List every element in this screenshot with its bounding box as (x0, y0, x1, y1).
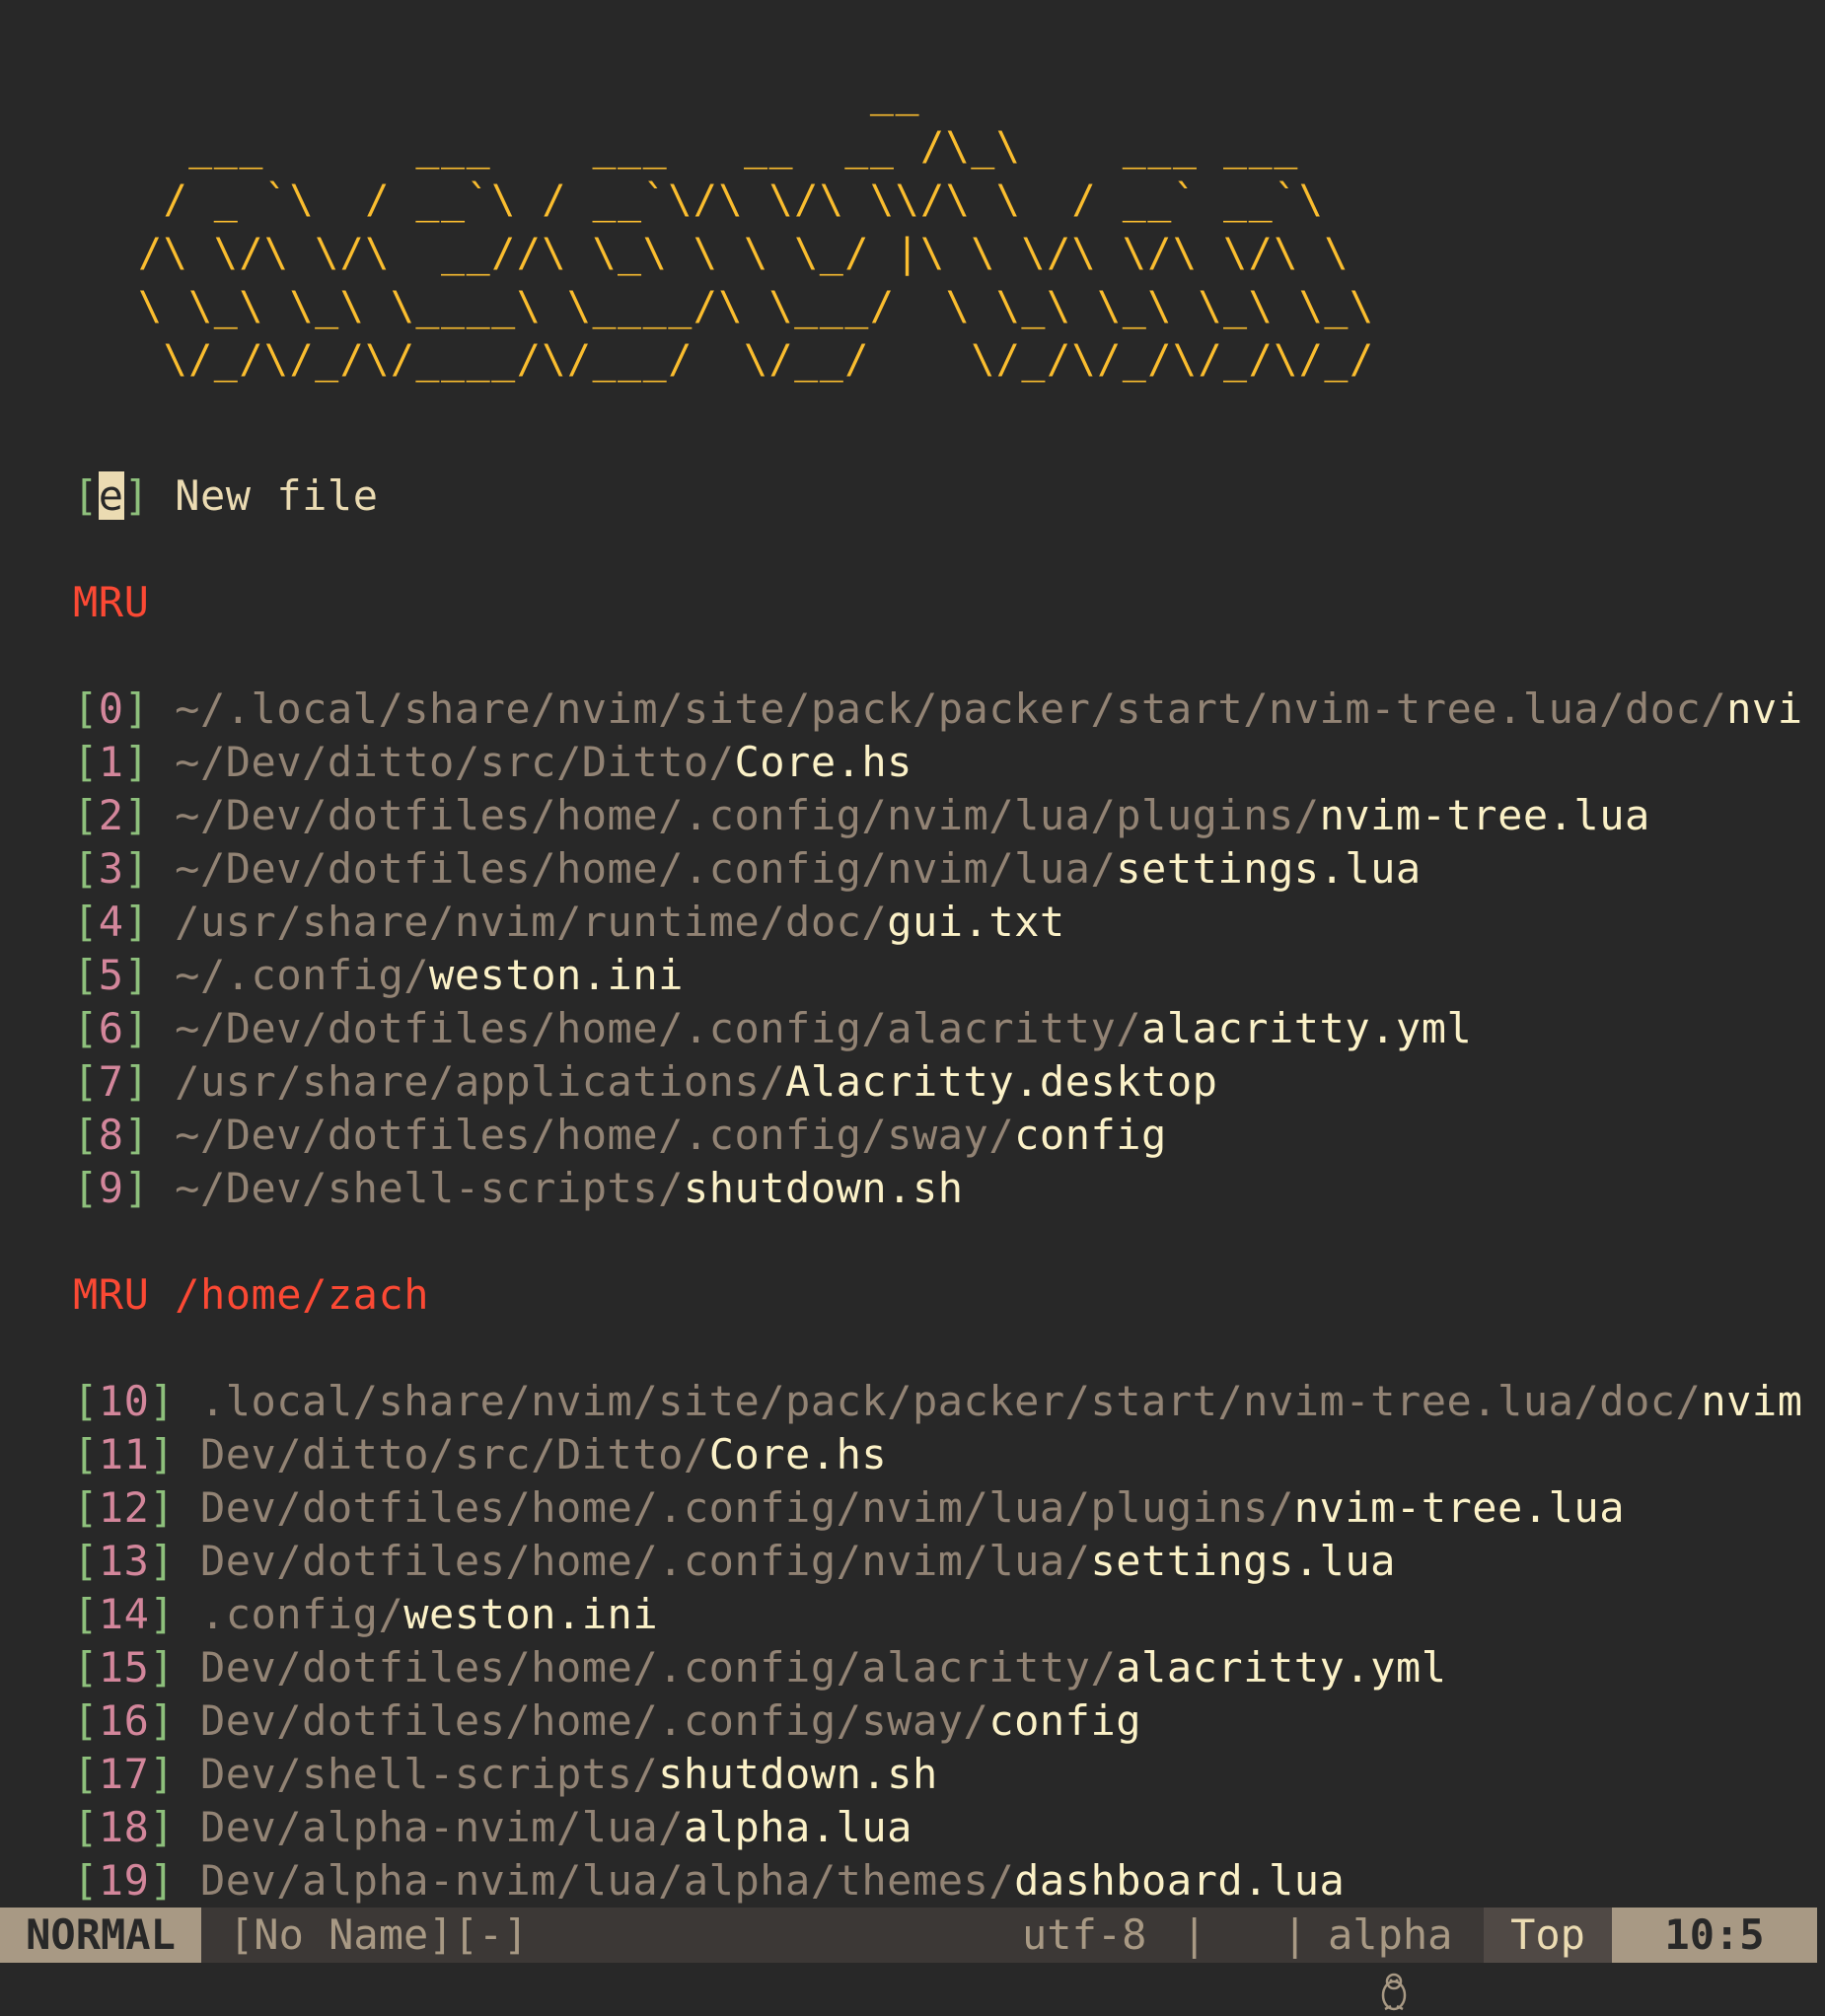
new-file-button[interactable]: [e] New file (73, 469, 378, 523)
file-name: config (988, 1696, 1142, 1745)
shortcut-key: 16 (98, 1696, 150, 1745)
file-name: gui.txt (887, 898, 1065, 946)
shortcut-key: 14 (98, 1590, 150, 1638)
file-name: config (1014, 1111, 1167, 1159)
shortcut-key: 8 (98, 1111, 124, 1159)
mru-cwd-item[interactable]: [10] .local/share/nvim/site/pack/packer/… (73, 1375, 1803, 1428)
file-directory: ~/Dev/dotfiles/home/.config/sway/ (175, 1111, 1015, 1159)
mru-item[interactable]: [1] ~/Dev/ditto/src/Ditto/Core.hs (73, 736, 912, 789)
file-directory: Dev/dotfiles/home/.config/nvim/lua/plugi… (199, 1483, 1294, 1532)
shortcut-key: 6 (98, 1004, 124, 1052)
neovim-ascii-logo: __ ___ ___ ___ __ __ /\_\ ___ ___ / _ `\… (138, 71, 1375, 383)
file-directory: Dev/ditto/src/Ditto/ (199, 1430, 709, 1478)
mru-cwd-item[interactable]: [11] Dev/ditto/src/Ditto/Core.hs (73, 1428, 887, 1481)
file-name: nvim-tree.lua (1293, 1483, 1625, 1532)
file-directory: .config/ (199, 1590, 404, 1638)
file-name: alpha.lua (683, 1803, 912, 1851)
mode-indicator: NORMAL (0, 1908, 201, 1963)
file-directory: Dev/shell-scripts/ (199, 1750, 659, 1798)
mru-cwd-path: /home/zach (175, 1270, 430, 1319)
shortcut-key: 0 (98, 684, 124, 733)
shortcut-key: 5 (98, 951, 124, 999)
mru-item[interactable]: [0] ~/.local/share/nvim/site/pack/packer… (73, 683, 1803, 736)
file-directory: ~/Dev/dotfiles/home/.config/nvim/lua/ (175, 844, 1117, 893)
file-name: Core.hs (734, 738, 912, 786)
mru-item[interactable]: [8] ~/Dev/dotfiles/home/.config/sway/con… (73, 1109, 1167, 1162)
mru-item[interactable]: [9] ~/Dev/shell-scripts/shutdown.sh (73, 1162, 964, 1215)
shortcut-key: 18 (98, 1803, 150, 1851)
file-directory: ~/Dev/dotfiles/home/.config/alacritty/ (175, 1004, 1142, 1052)
file-directory: Dev/alpha-nvim/lua/ (199, 1803, 684, 1851)
file-directory: .local/share/nvim/site/pack/packer/start… (199, 1377, 1702, 1425)
file-directory: /usr/share/nvim/runtime/doc/ (175, 898, 888, 946)
file-directory: ~/Dev/ditto/src/Ditto/ (175, 738, 735, 786)
mru-cwd-item[interactable]: [13] Dev/dotfiles/home/.config/nvim/lua/… (73, 1535, 1396, 1588)
file-directory: ~/Dev/dotfiles/home/.config/nvim/lua/plu… (175, 791, 1320, 839)
mru-cwd-item[interactable]: [17] Dev/shell-scripts/shutdown.sh (73, 1748, 938, 1801)
file-name: nvim-tree.lua (1319, 791, 1650, 839)
file-name: nvi (1726, 684, 1803, 733)
shortcut-key: 11 (98, 1430, 150, 1478)
mru-cwd-item[interactable]: [15] Dev/dotfiles/home/.config/alacritty… (73, 1641, 1447, 1694)
mru-header: MRU (73, 578, 150, 626)
mru-cwd-item[interactable]: [18] Dev/alpha-nvim/lua/alpha.lua (73, 1801, 912, 1854)
cursor-line-col: 10:5 (1612, 1908, 1817, 1963)
buffer-name: [No Name][-] (229, 1910, 529, 1959)
mru-item[interactable]: [6] ~/Dev/dotfiles/home/.config/alacritt… (73, 1002, 1472, 1055)
file-name: Alacritty.desktop (785, 1057, 1218, 1106)
mru-cwd-item[interactable]: [19] Dev/alpha-nvim/lua/alpha/themes/das… (73, 1854, 1345, 1908)
file-directory: Dev/dotfiles/home/.config/alacritty/ (199, 1643, 1117, 1692)
file-name: dashboard.lua (1014, 1856, 1346, 1905)
shortcut-key: 1 (98, 738, 124, 786)
statusline-separator: | (1182, 1910, 1207, 1959)
file-name: alacritty.yml (1141, 1004, 1473, 1052)
statusline: NORMAL [No Name][-] utf-8 | | alpha Top … (0, 1908, 1817, 2011)
new-file-label: New file (175, 471, 379, 520)
mru-item[interactable]: [7] /usr/share/applications/Alacritty.de… (73, 1055, 1217, 1109)
filetype: alpha (1328, 1910, 1453, 1959)
file-directory: Dev/alpha-nvim/lua/alpha/themes/ (199, 1856, 1015, 1905)
shortcut-key: 7 (98, 1057, 124, 1106)
file-name: settings.lua (1116, 844, 1422, 893)
mru-item[interactable]: [3] ~/Dev/dotfiles/home/.config/nvim/lua… (73, 842, 1422, 896)
file-name: settings.lua (1090, 1537, 1396, 1585)
mru-item[interactable]: [2] ~/Dev/dotfiles/home/.config/nvim/lua… (73, 789, 1650, 842)
file-name: Core.hs (708, 1430, 888, 1478)
shortcut-key: 3 (98, 844, 124, 893)
file-name: shutdown.sh (658, 1750, 938, 1798)
statusline-separator: | (1282, 1910, 1308, 1959)
neovim-dashboard: __ ___ ___ ___ __ __ /\_\ ___ ___ / _ `\… (0, 0, 1825, 2016)
mru-cwd-item[interactable]: [14] .config/weston.ini (73, 1588, 658, 1641)
shortcut-key: 10 (98, 1377, 150, 1425)
file-name: alacritty.yml (1116, 1643, 1447, 1692)
shortcut-key: 9 (98, 1164, 124, 1212)
file-name: weston.ini (429, 951, 684, 999)
new-file-key: e (98, 471, 124, 520)
linux-penguin-icon (1225, 1915, 1406, 2011)
shortcut-key: 12 (98, 1483, 150, 1532)
mru-item[interactable]: [5] ~/.config/weston.ini (73, 949, 684, 1002)
mru-cwd-item[interactable]: [16] Dev/dotfiles/home/.config/sway/conf… (73, 1694, 1141, 1748)
file-name: weston.ini (403, 1590, 659, 1638)
file-directory: Dev/dotfiles/home/.config/nvim/lua/ (199, 1537, 1091, 1585)
file-directory: /usr/share/applications/ (175, 1057, 786, 1106)
file-directory: ~/.local/share/nvim/site/pack/packer/sta… (175, 684, 1727, 733)
shortcut-key: 17 (98, 1750, 150, 1798)
shortcut-key: 4 (98, 898, 124, 946)
mru-item[interactable]: [4] /usr/share/nvim/runtime/doc/gui.txt (73, 896, 1065, 949)
scroll-position: Top (1484, 1908, 1612, 1963)
shortcut-key: 13 (98, 1537, 150, 1585)
file-name: nvim (1701, 1377, 1803, 1425)
mru-cwd-item[interactable]: [12] Dev/dotfiles/home/.config/nvim/lua/… (73, 1481, 1625, 1535)
file-directory: Dev/dotfiles/home/.config/sway/ (199, 1696, 989, 1745)
file-directory: ~/.config/ (175, 951, 430, 999)
mru-cwd-header: MRU /home/zach (73, 1270, 430, 1319)
file-directory: ~/Dev/shell-scripts/ (175, 1164, 684, 1212)
shortcut-key: 2 (98, 791, 124, 839)
file-encoding: utf-8 (1022, 1910, 1147, 1959)
file-name: shutdown.sh (683, 1164, 964, 1212)
shortcut-key: 19 (98, 1856, 150, 1905)
shortcut-key: 15 (98, 1643, 150, 1692)
